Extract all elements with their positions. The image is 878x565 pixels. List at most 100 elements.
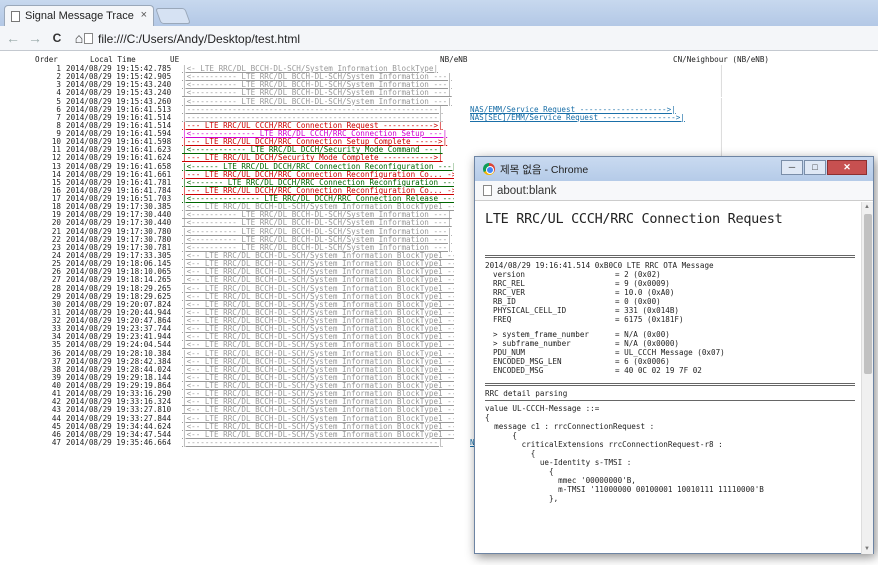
row-message-link[interactable]: |<--------------- LTE RRC/DL DCCH/RRC Co… [182, 195, 454, 203]
detail-line: { [485, 431, 518, 440]
detail-line: message c1 : rrcConnectionRequest : [485, 422, 655, 431]
detail-line: { [485, 449, 536, 458]
scrollbar-thumb[interactable] [864, 214, 872, 374]
popup-address-bar[interactable]: about:blank [475, 181, 873, 201]
row-message-link[interactable]: |--- LTE RRC/UL CCCH/RRC Connection Requ… [182, 122, 454, 130]
scroll-down-icon[interactable]: ▼ [864, 546, 870, 552]
row-message-link[interactable]: |<-- LTE RRC/DL BCCH-DL-SCH/System Infor… [182, 276, 454, 284]
header-nb-enb: NB/eNB [440, 55, 468, 64]
detail-title: RRC detail parsing [485, 389, 568, 398]
popup-titlebar: 제목 없음 - Chrome ─ □ ✕ [475, 157, 873, 181]
row-message-link[interactable]: |<-- LTE RRC/DL BCCH-DL-SCH/System Infor… [182, 293, 454, 301]
field-value: = 10.0 (0xA0) [615, 288, 675, 297]
field-row: FREQ = 6175 (0x181F) [485, 315, 863, 324]
row-message-link[interactable]: |<-- LTE RRC/DL BCCH-DL-SCH/System Infor… [182, 382, 454, 390]
field-row: RRC_REL = 9 (0x0009) [485, 279, 863, 288]
row-message-link[interactable]: |<-- LTE RRC/DL BCCH-DL-SCH/System Infor… [182, 358, 454, 366]
forward-icon[interactable]: → [26, 30, 44, 46]
close-button[interactable]: ✕ [827, 160, 867, 175]
row-nas-link[interactable]: NAS/EMM/Service Request ----------------… [470, 106, 720, 114]
popup-scrollbar[interactable]: ▲ ▼ [861, 202, 873, 554]
detail-line: }, [485, 494, 559, 503]
tab-title: Signal Message Trace [25, 10, 134, 22]
row-message-link[interactable]: |<---------- LTE RRC/DL BCCH-DL-SCH/Syst… [182, 73, 454, 81]
row-message-link[interactable]: |--- LTE RRC/UL DCCH/RRC Connection Reco… [182, 171, 454, 179]
field-key: ENCODED_MSG_LEN [493, 357, 562, 366]
row-message-link[interactable]: |---------------------------------------… [182, 114, 454, 122]
row-message-link[interactable]: |<-- LTE RRC/DL BCCH-DL-SCH/System Infor… [182, 406, 454, 414]
row-message-link[interactable]: |<- LTE RRC/DL BCCH-DL-SCH/System Inform… [182, 65, 454, 73]
row-message-link[interactable]: |<---------- LTE RRC/DL BCCH-DL-SCH/Syst… [182, 211, 454, 219]
row-message-link[interactable]: |<-- LTE RRC/DL BCCH-DL-SCH/System Infor… [182, 350, 454, 358]
field-value: = 6 (0x0006) [615, 357, 670, 366]
chrome-icon [483, 163, 495, 175]
popup-content: LTE RRC/UL CCCH/RRC Connection Request 2… [475, 202, 863, 554]
row-message-link[interactable]: |<------------ LTE RRC/DL DCCH/Security … [182, 146, 454, 154]
row-message-link[interactable]: |---------------------------------------… [182, 439, 454, 447]
row-message-link[interactable]: |<-- LTE RRC/DL BCCH-DL-SCH/System Infor… [182, 333, 454, 341]
row-message-link[interactable]: |<-- LTE RRC/DL BCCH-DL-SCH/System Infor… [182, 317, 454, 325]
field-value: = 0 (0x00) [615, 297, 661, 306]
field-key: ENCODED_MSG [493, 366, 544, 375]
new-tab-button[interactable] [155, 8, 191, 24]
scroll-up-icon[interactable]: ▲ [864, 204, 870, 210]
separator [485, 383, 855, 386]
detail-line: { [485, 413, 490, 422]
row-message-link[interactable]: |<-------------- LTE RRC/DL CCCH/RRC Con… [182, 130, 454, 138]
row-message-link[interactable]: |<-- LTE RRC/DL BCCH-DL-SCH/System Infor… [182, 301, 454, 309]
field-row: > system_frame_number = N/A (0x00) [485, 330, 863, 339]
row-nas-link[interactable]: NAS[SEC]/EMM/Service Request -----------… [470, 114, 720, 122]
detail-line: ue-Identity s-TMSI : [485, 458, 632, 467]
row-message-link[interactable]: |---------------------------------------… [182, 106, 454, 114]
field-key: > subframe_number [493, 339, 571, 348]
reload-icon[interactable]: C [48, 31, 66, 45]
row-message-link[interactable]: |<------ LTE RRC/DL DCCH/RRC Connection … [182, 163, 454, 171]
tab-close-icon[interactable]: × [141, 9, 147, 21]
row-message-link[interactable]: |<---------- LTE RRC/DL BCCH-DL-SCH/Syst… [182, 228, 454, 236]
row-message-link[interactable]: |<-- LTE RRC/DL BCCH-DL-SCH/System Infor… [182, 374, 454, 382]
field-row: ENCODED_MSG = 40 0C 02 19 7F 02 [485, 366, 863, 375]
row-message-link[interactable]: |<---------- LTE RRC/DL BCCH-DL-SCH/Syst… [182, 219, 454, 227]
row-message-link[interactable]: |<---------- LTE RRC/DL BCCH-DL-SCH/Syst… [182, 244, 454, 252]
row-message-link[interactable]: |<---------- LTE RRC/DL BCCH-DL-SCH/Syst… [182, 236, 454, 244]
row-message-link[interactable]: |<-- LTE RRC/DL BCCH-DL-SCH/System Infor… [182, 285, 454, 293]
maximize-button[interactable]: □ [804, 160, 826, 175]
field-key: RRC_REL [493, 279, 526, 288]
back-icon[interactable]: ← [4, 30, 22, 46]
header-order: Order [35, 55, 58, 64]
row-message-link[interactable]: |<-- LTE RRC/DL BCCH-DL-SCH/System Infor… [182, 431, 454, 439]
row-message-link[interactable]: |<-- LTE RRC/DL BCCH-DL-SCH/System Infor… [182, 325, 454, 333]
page-icon [483, 185, 492, 196]
field-row: PHYSICAL_CELL_ID = 331 (0x014B) [485, 306, 863, 315]
row-message-link[interactable]: |<-- LTE RRC/DL BCCH-DL-SCH/System Infor… [182, 366, 454, 374]
field-row: ENCODED_MSG_LEN = 6 (0x0006) [485, 357, 863, 366]
minimize-button[interactable]: ─ [781, 160, 803, 175]
field-row: PDU_NUM = UL_CCCH Message (0x07) [485, 348, 863, 357]
separator [485, 400, 855, 401]
row-message-link[interactable]: |<---------- LTE RRC/DL BCCH-DL-SCH/Syst… [182, 98, 454, 106]
row-time: 2014/08/29 19:35:46.664 [66, 437, 172, 447]
row-message-link[interactable]: |<-- LTE RRC/DL BCCH-DL-SCH/System Infor… [182, 390, 454, 398]
row-message-link[interactable]: |<-- LTE RRC/DL BCCH-DL-SCH/System Infor… [182, 341, 454, 349]
row-order: 47 [51, 437, 61, 447]
row-message-link[interactable]: |--- LTE RRC/UL DCCH/RRC Connection Reco… [182, 187, 454, 195]
row-message-link[interactable]: |<-- LTE RRC/DL BCCH-DL-SCH/System Infor… [182, 309, 454, 317]
field-value: = 9 (0x0009) [615, 279, 670, 288]
row-message-link[interactable]: |<-- LTE RRC/DL BCCH-DL-SCH/System Infor… [182, 252, 454, 260]
field-list-2: > system_frame_number = N/A (0x00) > subfr… [485, 330, 863, 375]
row-message-link[interactable]: |<---------- LTE RRC/DL BCCH-DL-SCH/Syst… [182, 89, 454, 97]
row-message-link[interactable]: |<-- LTE RRC/DL BCCH-DL-SCH/System Infor… [182, 203, 454, 211]
row-message-link[interactable]: |<-- LTE RRC/DL BCCH-DL-SCH/System Infor… [182, 268, 454, 276]
row-message-link[interactable]: |--- LTE RRC/UL DCCH/Security Mode Compl… [182, 154, 454, 162]
row-message-link[interactable]: |<-- LTE RRC/DL BCCH-DL-SCH/System Infor… [182, 260, 454, 268]
row-message-link[interactable]: |<-- LTE RRC/DL BCCH-DL-SCH/System Infor… [182, 423, 454, 431]
row-message-link[interactable]: |--- LTE RRC/UL DCCH/RRC Connection Setu… [182, 138, 454, 146]
tab-signal-message-trace[interactable]: Signal Message Trace × [4, 5, 154, 26]
row-message-link[interactable]: |<-- LTE RRC/DL BCCH-DL-SCH/System Infor… [182, 398, 454, 406]
row-message-link[interactable]: |<-- LTE RRC/DL BCCH-DL-SCH/System Infor… [182, 415, 454, 423]
address-bar[interactable]: file:///C:/Users/Andy/Desktop/test.html [84, 29, 874, 48]
row-message-link[interactable]: |<---------- LTE RRC/DL BCCH-DL-SCH/Syst… [182, 81, 454, 89]
row-message-link[interactable]: |<------- LTE RRC/DL DCCH/RRC Connection… [182, 179, 454, 187]
field-value: = N/A (0x0000) [615, 339, 680, 348]
ota-line: 2014/08/29 19:16:41.514 0xB0C0 LTE RRC O… [485, 261, 714, 270]
